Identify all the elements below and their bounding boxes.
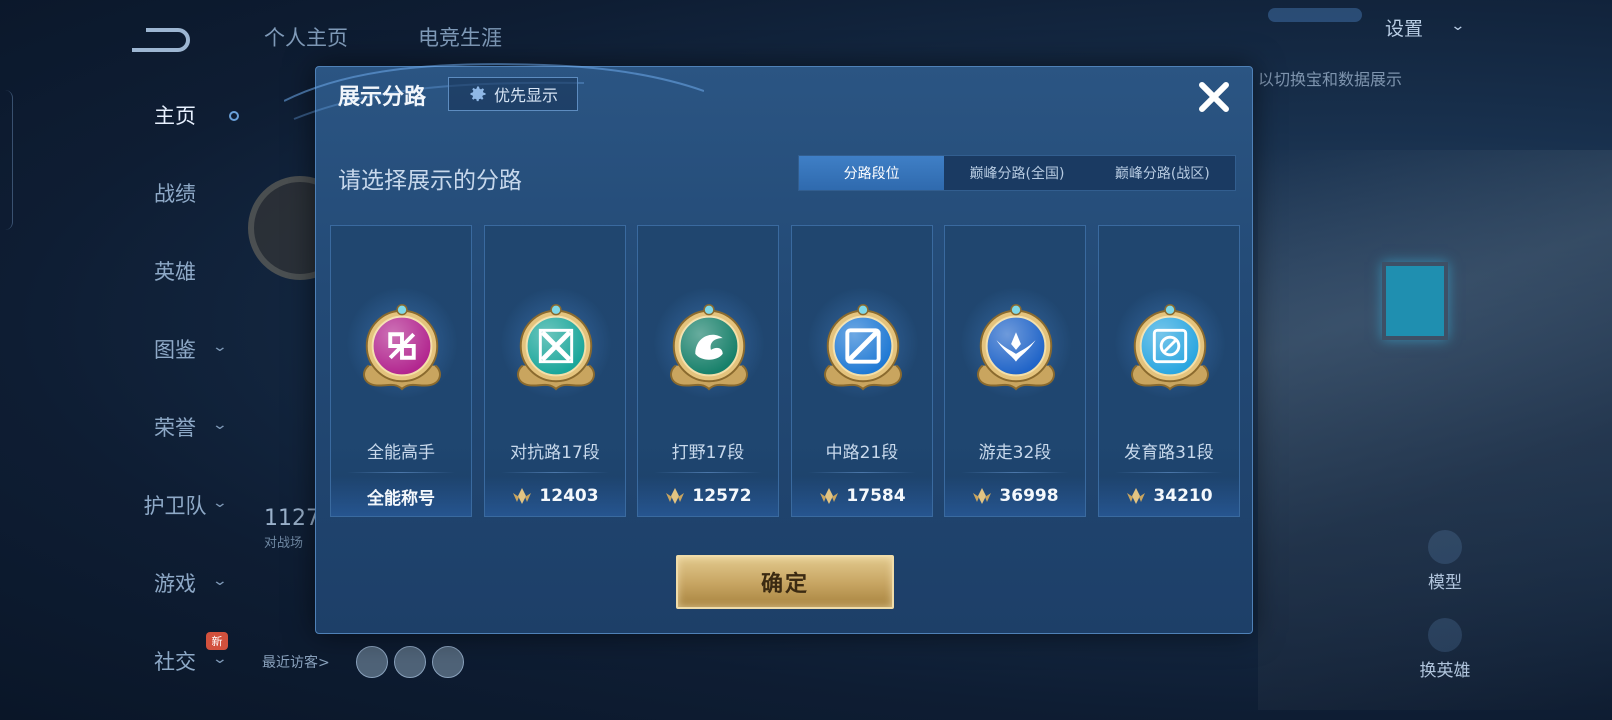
chevron-down-icon: ⌄ (211, 417, 229, 433)
gear-icon (470, 86, 486, 102)
visitor-avatar[interactable] (432, 646, 464, 678)
card-divider (808, 472, 916, 473)
roam-icon (977, 304, 1055, 391)
peak-points-icon (973, 488, 992, 504)
sidebar-item[interactable]: 游戏 ⌄ (110, 563, 240, 603)
lane-card-value: 12572 (692, 486, 752, 506)
visitor-avatar[interactable] (356, 646, 388, 678)
tab-lane-rank[interactable]: 分路段位 (799, 156, 945, 190)
change-hero-icon (1428, 618, 1462, 652)
lane-card[interactable]: 对抗路17段 12403 (484, 225, 626, 517)
card-divider (347, 472, 455, 473)
instruction-text: 请选择展示的分路 (338, 168, 522, 194)
sidebar-item-label: 战绩 (154, 182, 196, 206)
sidebar-item-label: 社交 (154, 650, 196, 674)
sidebar-item-label: 荣誉 (154, 416, 196, 440)
back-arrow-icon (132, 28, 190, 52)
lane-card-value: 17584 (846, 486, 906, 506)
mid-lane-icon (824, 304, 902, 391)
tab-peak-lane-region[interactable]: 巅峰分路(战区) (1090, 156, 1235, 190)
sidebar-item-label: 护卫队 (143, 494, 207, 518)
display-lane-dialog: 展示分路 优先显示 请选择展示的分路 分路段位 巅峰分路(全国) 巅峰分路(战区… (284, 63, 1253, 634)
change-hero-button[interactable]: 换英雄 (1405, 618, 1485, 681)
left-edge-handle (0, 90, 13, 230)
priority-display-button[interactable]: 优先显示 (448, 77, 578, 111)
tab-esports-career[interactable]: 电竞生涯 (418, 22, 502, 52)
close-button[interactable] (1194, 77, 1234, 117)
sidebar-item-label: 游戏 (154, 572, 196, 596)
peak-points-icon (513, 488, 532, 504)
lane-card[interactable]: 发育路31段 34210 (1098, 225, 1240, 517)
chevron-down-icon: ⌄ (211, 339, 229, 355)
sidebar-item-label: 图鉴 (154, 338, 196, 362)
sidebar-item-label: 英雄 (154, 260, 196, 284)
lane-card[interactable]: 中路21段 17584 (791, 225, 933, 517)
lane-card-name: 发育路31段 (1124, 443, 1214, 463)
lane-card[interactable]: 全能高手 全能称号 (330, 225, 472, 517)
close-icon (1199, 82, 1229, 112)
tab-personal-home[interactable]: 个人主页 (264, 22, 348, 52)
new-badge: 新 (206, 632, 228, 650)
model-icon (1428, 530, 1462, 564)
peak-points-icon (666, 488, 685, 504)
lane-card-footer: 36998 (945, 476, 1085, 516)
lane-card-footer: 全能称号 (331, 476, 471, 516)
sidebar-item[interactable]: 战绩 (110, 173, 240, 213)
lane-card[interactable]: 打野17段 12572 (637, 225, 779, 517)
card-divider (501, 472, 609, 473)
battle-count-label: 对战场 (264, 536, 304, 551)
all-round-icon (363, 304, 441, 391)
sidebar-item[interactable]: 护卫队 ⌄ (110, 485, 240, 525)
lane-card-value: 12403 (539, 486, 599, 506)
lane-card-name: 打野17段 (671, 443, 745, 463)
recent-visitors-link[interactable]: 最近访客> (262, 652, 330, 672)
sidebar-item[interactable]: 主页 (110, 95, 240, 135)
lane-card-name: 中路21段 (825, 443, 899, 463)
chevron-down-icon: ⌄ (1450, 18, 1466, 34)
hero-model-screen (1382, 262, 1448, 340)
clash-lane-icon (517, 304, 595, 391)
active-indicator-dot (229, 111, 239, 121)
lane-card-value: 全能称号 (367, 488, 435, 509)
jungle-icon (670, 304, 748, 391)
peak-points-icon (820, 488, 839, 504)
change-hero-label: 换英雄 (1419, 661, 1471, 681)
sidebar-item[interactable]: 英雄 (110, 251, 240, 291)
right-hint-text: 以切换宝和数据展示 (1258, 70, 1403, 89)
chevron-down-icon: ⌄ (211, 573, 229, 589)
card-divider (654, 472, 762, 473)
battle-count: 1127 (264, 506, 320, 531)
lane-card-footer: 12572 (638, 476, 778, 516)
chevron-down-icon: ⌄ (211, 495, 229, 511)
sidebar-item[interactable]: 图鉴 ⌄ (110, 329, 240, 369)
priority-display-label: 优先显示 (493, 86, 558, 105)
dialog-title: 展示分路 (338, 85, 427, 110)
lane-card[interactable]: 游走32段 36998 (944, 225, 1086, 517)
peak-points-icon (1127, 488, 1146, 504)
visitor-avatar[interactable] (394, 646, 426, 678)
lane-type-tabs: 分路段位 巅峰分路(全国) 巅峰分路(战区) (798, 155, 1236, 191)
sidebar-item[interactable]: 荣誉 ⌄ (110, 407, 240, 447)
tab-peak-lane-national[interactable]: 巅峰分路(全国) (944, 156, 1089, 190)
lane-card-footer: 17584 (792, 476, 932, 516)
top-right-pill (1268, 8, 1362, 22)
farm-lane-icon (1131, 304, 1209, 391)
card-divider (1115, 472, 1223, 473)
lane-card-value: 34210 (1153, 486, 1213, 506)
chevron-down-icon: ⌄ (211, 651, 229, 667)
lane-card-footer: 12403 (485, 476, 625, 516)
lane-card-name: 游走32段 (978, 443, 1052, 463)
lane-card-footer: 34210 (1099, 476, 1239, 516)
model-button[interactable]: 模型 (1405, 530, 1485, 593)
lane-card-name: 对抗路17段 (510, 443, 600, 463)
sidebar-item-label: 主页 (154, 104, 196, 128)
back-button[interactable] (128, 24, 190, 54)
confirm-button[interactable]: 确定 (676, 555, 894, 609)
settings-button[interactable]: 设置 (1385, 14, 1423, 41)
lane-card-value: 36998 (999, 486, 1059, 506)
lane-card-name: 全能高手 (367, 443, 435, 463)
card-divider (961, 472, 1069, 473)
model-label: 模型 (1428, 573, 1462, 593)
